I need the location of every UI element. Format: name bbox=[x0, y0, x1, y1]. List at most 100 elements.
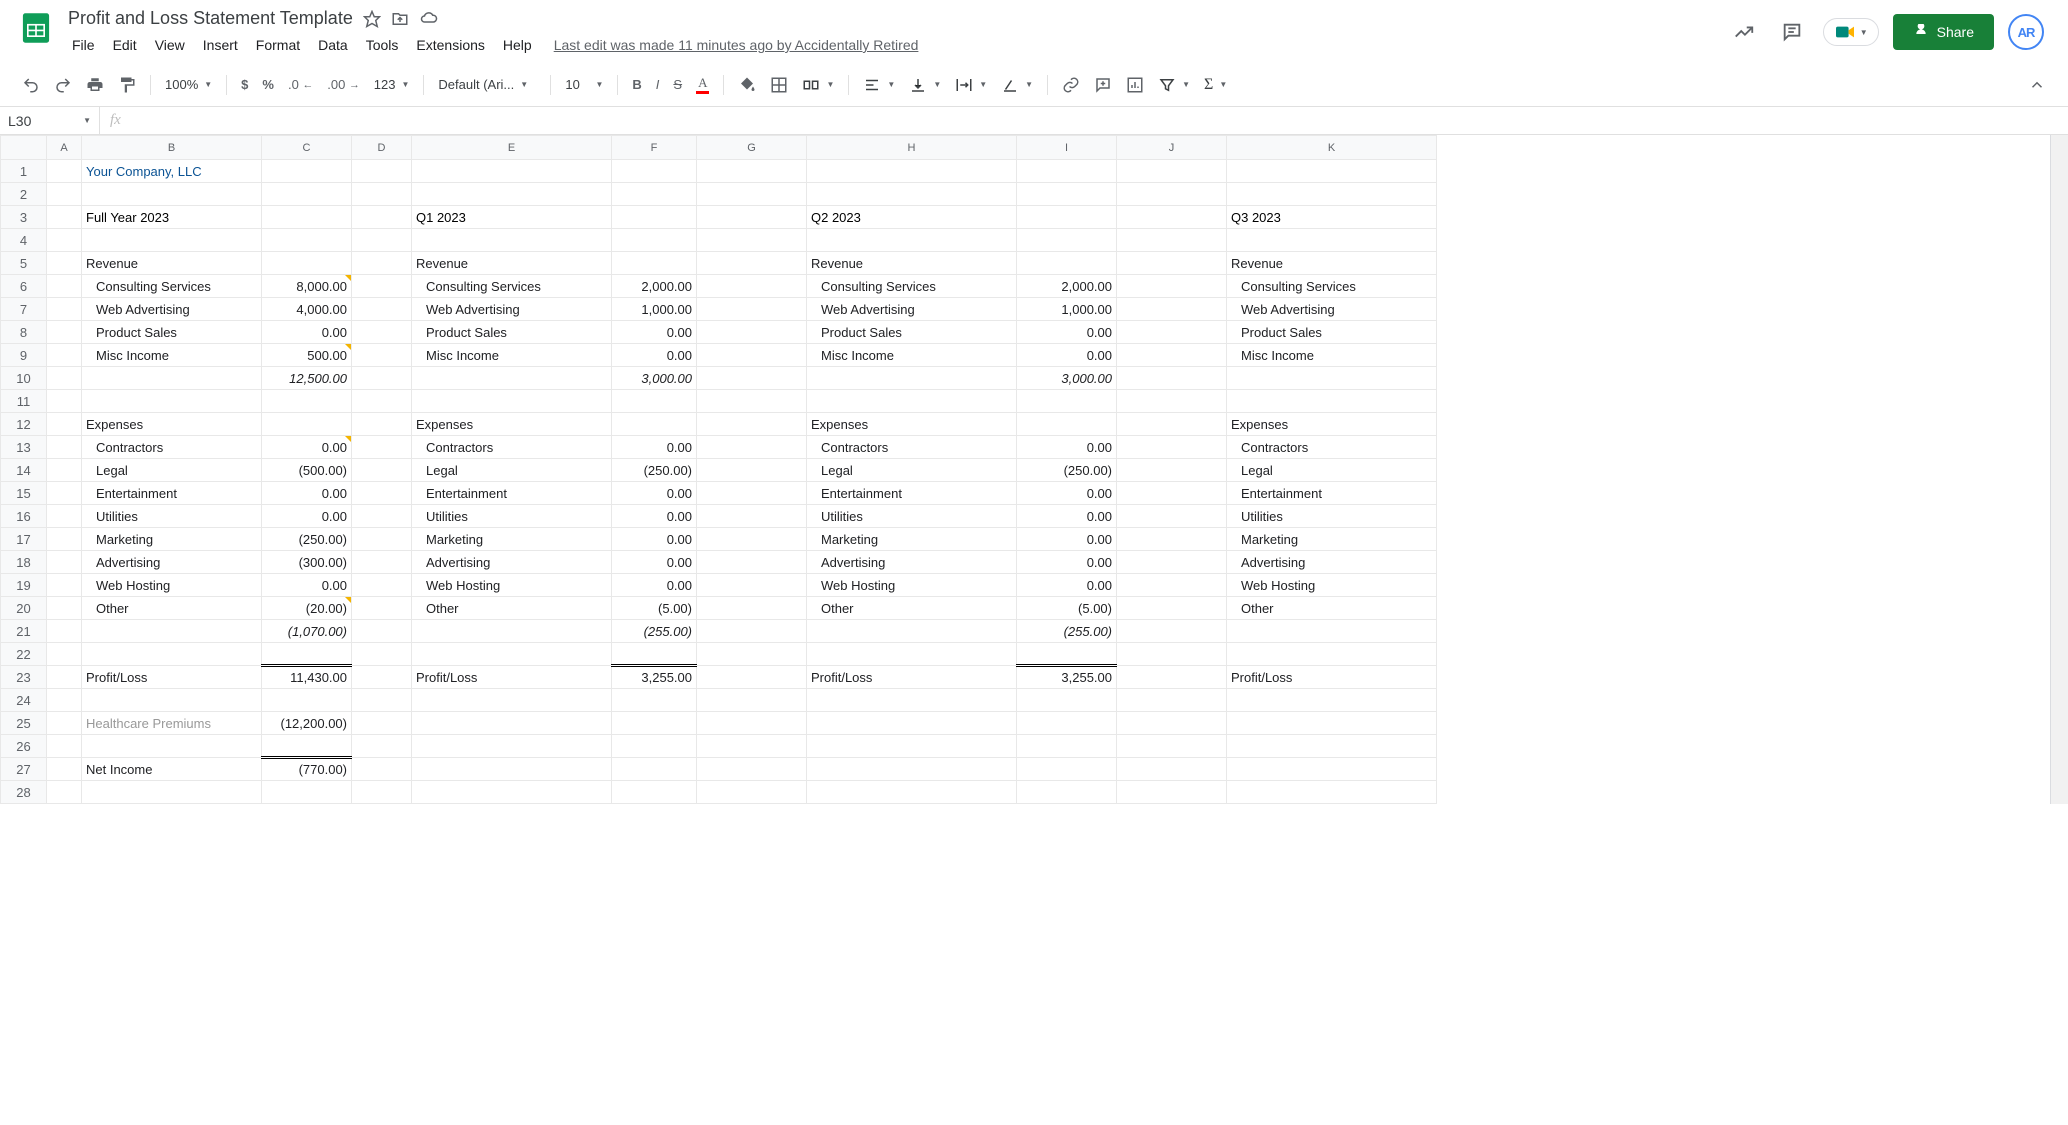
cell-K11[interactable] bbox=[1227, 390, 1437, 413]
cell-F23[interactable]: 3,255.00 bbox=[612, 666, 697, 689]
cell-A10[interactable] bbox=[47, 367, 82, 390]
cell-K10[interactable] bbox=[1227, 367, 1437, 390]
cell-J17[interactable] bbox=[1117, 528, 1227, 551]
cell-G16[interactable] bbox=[697, 505, 807, 528]
cell-D17[interactable] bbox=[352, 528, 412, 551]
cell-J1[interactable] bbox=[1117, 160, 1227, 183]
cell-J8[interactable] bbox=[1117, 321, 1227, 344]
cell-H24[interactable] bbox=[807, 689, 1017, 712]
menu-view[interactable]: View bbox=[147, 33, 193, 57]
cell-B25[interactable]: Healthcare Premiums bbox=[82, 712, 262, 735]
cell-D24[interactable] bbox=[352, 689, 412, 712]
cell-H19[interactable]: Web Hosting bbox=[807, 574, 1017, 597]
cell-G13[interactable] bbox=[697, 436, 807, 459]
cell-C27[interactable]: (770.00) bbox=[262, 758, 352, 781]
cell-F20[interactable]: (5.00) bbox=[612, 597, 697, 620]
cell-B15[interactable]: Entertainment bbox=[82, 482, 262, 505]
cell-A3[interactable] bbox=[47, 206, 82, 229]
row-header-26[interactable]: 26 bbox=[1, 735, 47, 758]
increase-decimal-icon[interactable]: .00 → bbox=[321, 71, 366, 98]
row-header-10[interactable]: 10 bbox=[1, 367, 47, 390]
row-header-16[interactable]: 16 bbox=[1, 505, 47, 528]
cell-K14[interactable]: Legal bbox=[1227, 459, 1437, 482]
cell-I2[interactable] bbox=[1017, 183, 1117, 206]
collapse-toolbar-icon[interactable] bbox=[2022, 70, 2052, 100]
undo-icon[interactable] bbox=[16, 70, 46, 100]
cell-C7[interactable]: 4,000.00 bbox=[262, 298, 352, 321]
cell-G3[interactable] bbox=[697, 206, 807, 229]
cell-C20[interactable]: (20.00) bbox=[262, 597, 352, 620]
cell-H10[interactable] bbox=[807, 367, 1017, 390]
cell-C12[interactable] bbox=[262, 413, 352, 436]
cell-E14[interactable]: Legal bbox=[412, 459, 612, 482]
col-header-H[interactable]: H bbox=[807, 136, 1017, 160]
name-box[interactable]: L30▼ bbox=[0, 107, 100, 134]
cell-K4[interactable] bbox=[1227, 229, 1437, 252]
cell-B14[interactable]: Legal bbox=[82, 459, 262, 482]
row-header-15[interactable]: 15 bbox=[1, 482, 47, 505]
cell-D19[interactable] bbox=[352, 574, 412, 597]
cell-G12[interactable] bbox=[697, 413, 807, 436]
row-header-8[interactable]: 8 bbox=[1, 321, 47, 344]
strikethrough-icon[interactable]: S bbox=[667, 71, 688, 98]
cell-B3[interactable]: Full Year 2023 bbox=[82, 206, 262, 229]
cell-H25[interactable] bbox=[807, 712, 1017, 735]
cell-F14[interactable]: (250.00) bbox=[612, 459, 697, 482]
cell-K27[interactable] bbox=[1227, 758, 1437, 781]
font-select[interactable]: Default (Ari...▼ bbox=[432, 73, 542, 96]
cell-H12[interactable]: Expenses bbox=[807, 413, 1017, 436]
cell-E12[interactable]: Expenses bbox=[412, 413, 612, 436]
row-header-7[interactable]: 7 bbox=[1, 298, 47, 321]
cell-E11[interactable] bbox=[412, 390, 612, 413]
cell-B26[interactable] bbox=[82, 735, 262, 758]
cell-B7[interactable]: Web Advertising bbox=[82, 298, 262, 321]
cell-E2[interactable] bbox=[412, 183, 612, 206]
cell-B21[interactable] bbox=[82, 620, 262, 643]
cell-A27[interactable] bbox=[47, 758, 82, 781]
cell-K28[interactable] bbox=[1227, 781, 1437, 804]
cell-H4[interactable] bbox=[807, 229, 1017, 252]
cell-G24[interactable] bbox=[697, 689, 807, 712]
cell-A20[interactable] bbox=[47, 597, 82, 620]
cell-D26[interactable] bbox=[352, 735, 412, 758]
cell-K16[interactable]: Utilities bbox=[1227, 505, 1437, 528]
cell-H9[interactable]: Misc Income bbox=[807, 344, 1017, 367]
cell-G23[interactable] bbox=[697, 666, 807, 689]
cell-D4[interactable] bbox=[352, 229, 412, 252]
cell-F9[interactable]: 0.00 bbox=[612, 344, 697, 367]
cell-H14[interactable]: Legal bbox=[807, 459, 1017, 482]
cell-B20[interactable]: Other bbox=[82, 597, 262, 620]
cell-D5[interactable] bbox=[352, 252, 412, 275]
row-header-23[interactable]: 23 bbox=[1, 666, 47, 689]
cell-G8[interactable] bbox=[697, 321, 807, 344]
cell-E26[interactable] bbox=[412, 735, 612, 758]
cell-D9[interactable] bbox=[352, 344, 412, 367]
cell-I10[interactable]: 3,000.00 bbox=[1017, 367, 1117, 390]
cell-E21[interactable] bbox=[412, 620, 612, 643]
cell-J22[interactable] bbox=[1117, 643, 1227, 666]
cell-I8[interactable]: 0.00 bbox=[1017, 321, 1117, 344]
row-header-24[interactable]: 24 bbox=[1, 689, 47, 712]
cell-H3[interactable]: Q2 2023 bbox=[807, 206, 1017, 229]
cell-D21[interactable] bbox=[352, 620, 412, 643]
cell-A14[interactable] bbox=[47, 459, 82, 482]
row-header-19[interactable]: 19 bbox=[1, 574, 47, 597]
cell-C16[interactable]: 0.00 bbox=[262, 505, 352, 528]
cell-K25[interactable] bbox=[1227, 712, 1437, 735]
cell-H15[interactable]: Entertainment bbox=[807, 482, 1017, 505]
cell-J13[interactable] bbox=[1117, 436, 1227, 459]
cell-K26[interactable] bbox=[1227, 735, 1437, 758]
borders-icon[interactable] bbox=[764, 70, 794, 100]
cell-K12[interactable]: Expenses bbox=[1227, 413, 1437, 436]
row-header-17[interactable]: 17 bbox=[1, 528, 47, 551]
cell-A15[interactable] bbox=[47, 482, 82, 505]
cell-F19[interactable]: 0.00 bbox=[612, 574, 697, 597]
cell-A18[interactable] bbox=[47, 551, 82, 574]
insert-comment-icon[interactable] bbox=[1088, 70, 1118, 100]
cell-C15[interactable]: 0.00 bbox=[262, 482, 352, 505]
cell-D25[interactable] bbox=[352, 712, 412, 735]
row-header-2[interactable]: 2 bbox=[1, 183, 47, 206]
cell-E25[interactable] bbox=[412, 712, 612, 735]
cell-B19[interactable]: Web Hosting bbox=[82, 574, 262, 597]
cell-H6[interactable]: Consulting Services bbox=[807, 275, 1017, 298]
